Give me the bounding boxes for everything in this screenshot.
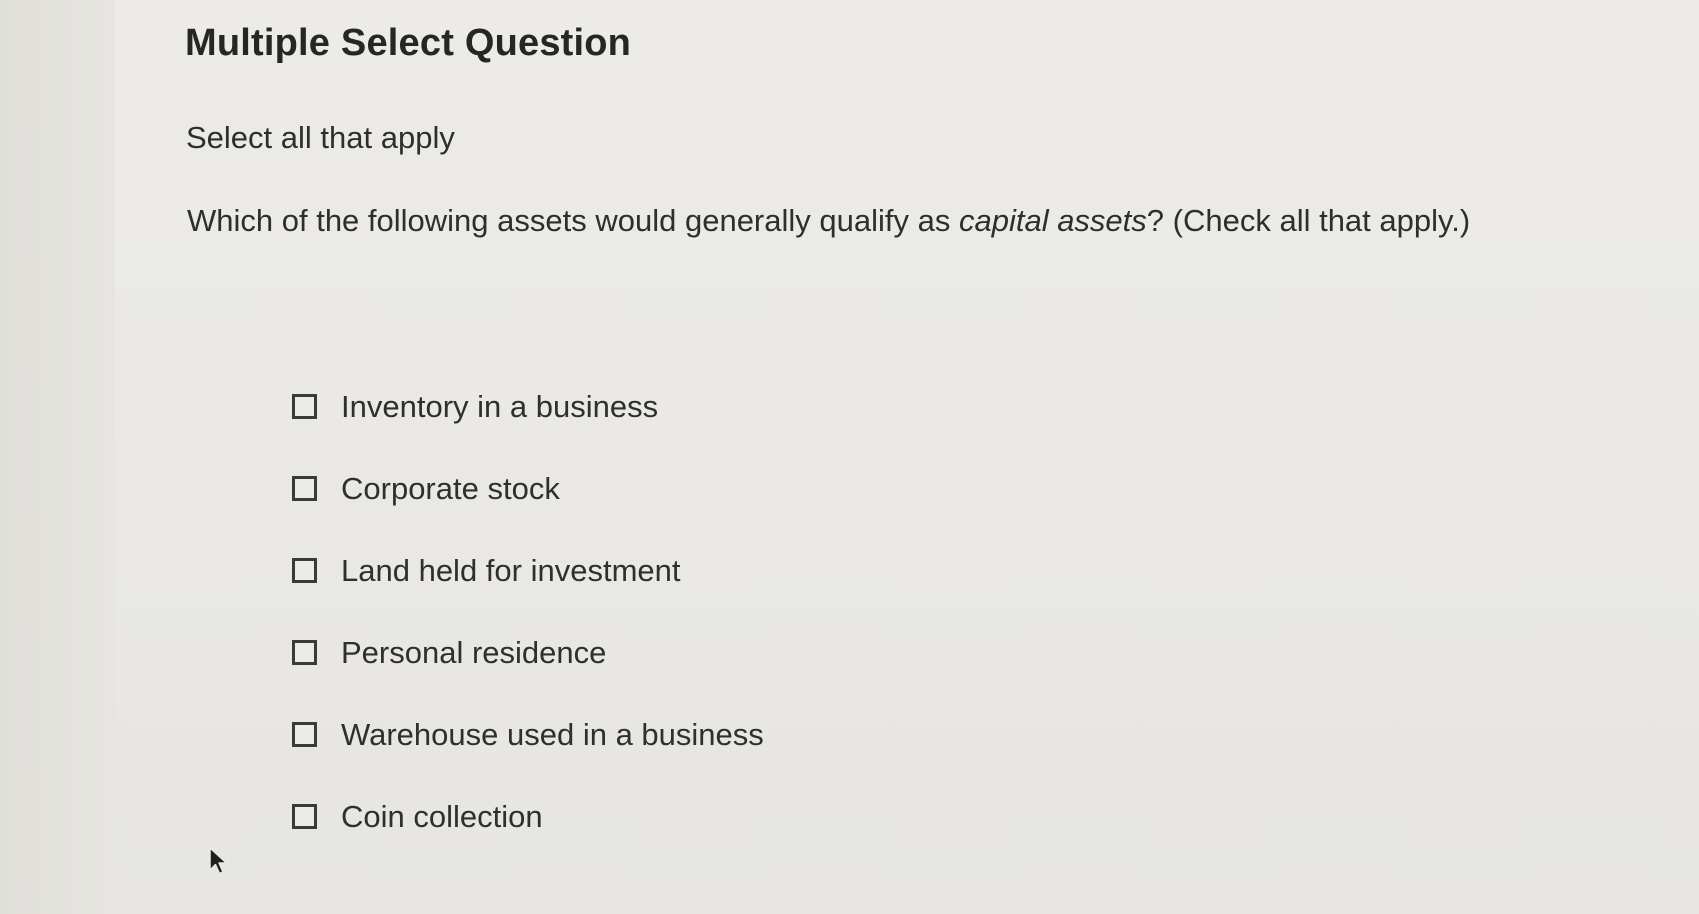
answer-option[interactable]: Inventory in a business — [292, 365, 764, 447]
option-checkbox[interactable] — [292, 721, 317, 747]
question-type-title: Multiple Select Question — [185, 22, 632, 64]
answer-option[interactable]: Warehouse used in a business — [292, 693, 764, 775]
answer-option[interactable]: Land held for investment — [292, 529, 764, 611]
left-margin-strip — [0, 0, 115, 914]
option-label[interactable]: Corporate stock — [341, 473, 560, 504]
option-label[interactable]: Coin collection — [341, 801, 543, 832]
answer-options-list: Inventory in a business Corporate stock … — [292, 365, 764, 857]
option-label[interactable]: Personal residence — [341, 637, 606, 668]
question-prompt: Which of the following assets would gene… — [187, 203, 1470, 239]
option-label[interactable]: Warehouse used in a business — [341, 719, 764, 750]
option-label[interactable]: Inventory in a business — [341, 391, 658, 422]
option-checkbox[interactable] — [292, 639, 317, 665]
question-prompt-text: Which of the following assets would gene… — [187, 203, 959, 238]
mouse-pointer-icon — [209, 847, 228, 875]
question-prompt-emphasis: capital assets — [958, 203, 1147, 238]
option-checkbox[interactable] — [292, 557, 317, 583]
option-checkbox[interactable] — [292, 475, 317, 501]
option-label[interactable]: Land held for investment — [341, 555, 681, 586]
answer-option[interactable]: Corporate stock — [292, 447, 764, 529]
answer-option[interactable]: Coin collection — [292, 775, 764, 857]
option-checkbox[interactable] — [292, 393, 317, 419]
option-checkbox[interactable] — [292, 803, 317, 829]
question-prompt-suffix: ? (Check all that apply.) — [1146, 203, 1471, 238]
answer-option[interactable]: Personal residence — [292, 611, 764, 693]
question-instruction: Select all that apply — [186, 120, 455, 155]
